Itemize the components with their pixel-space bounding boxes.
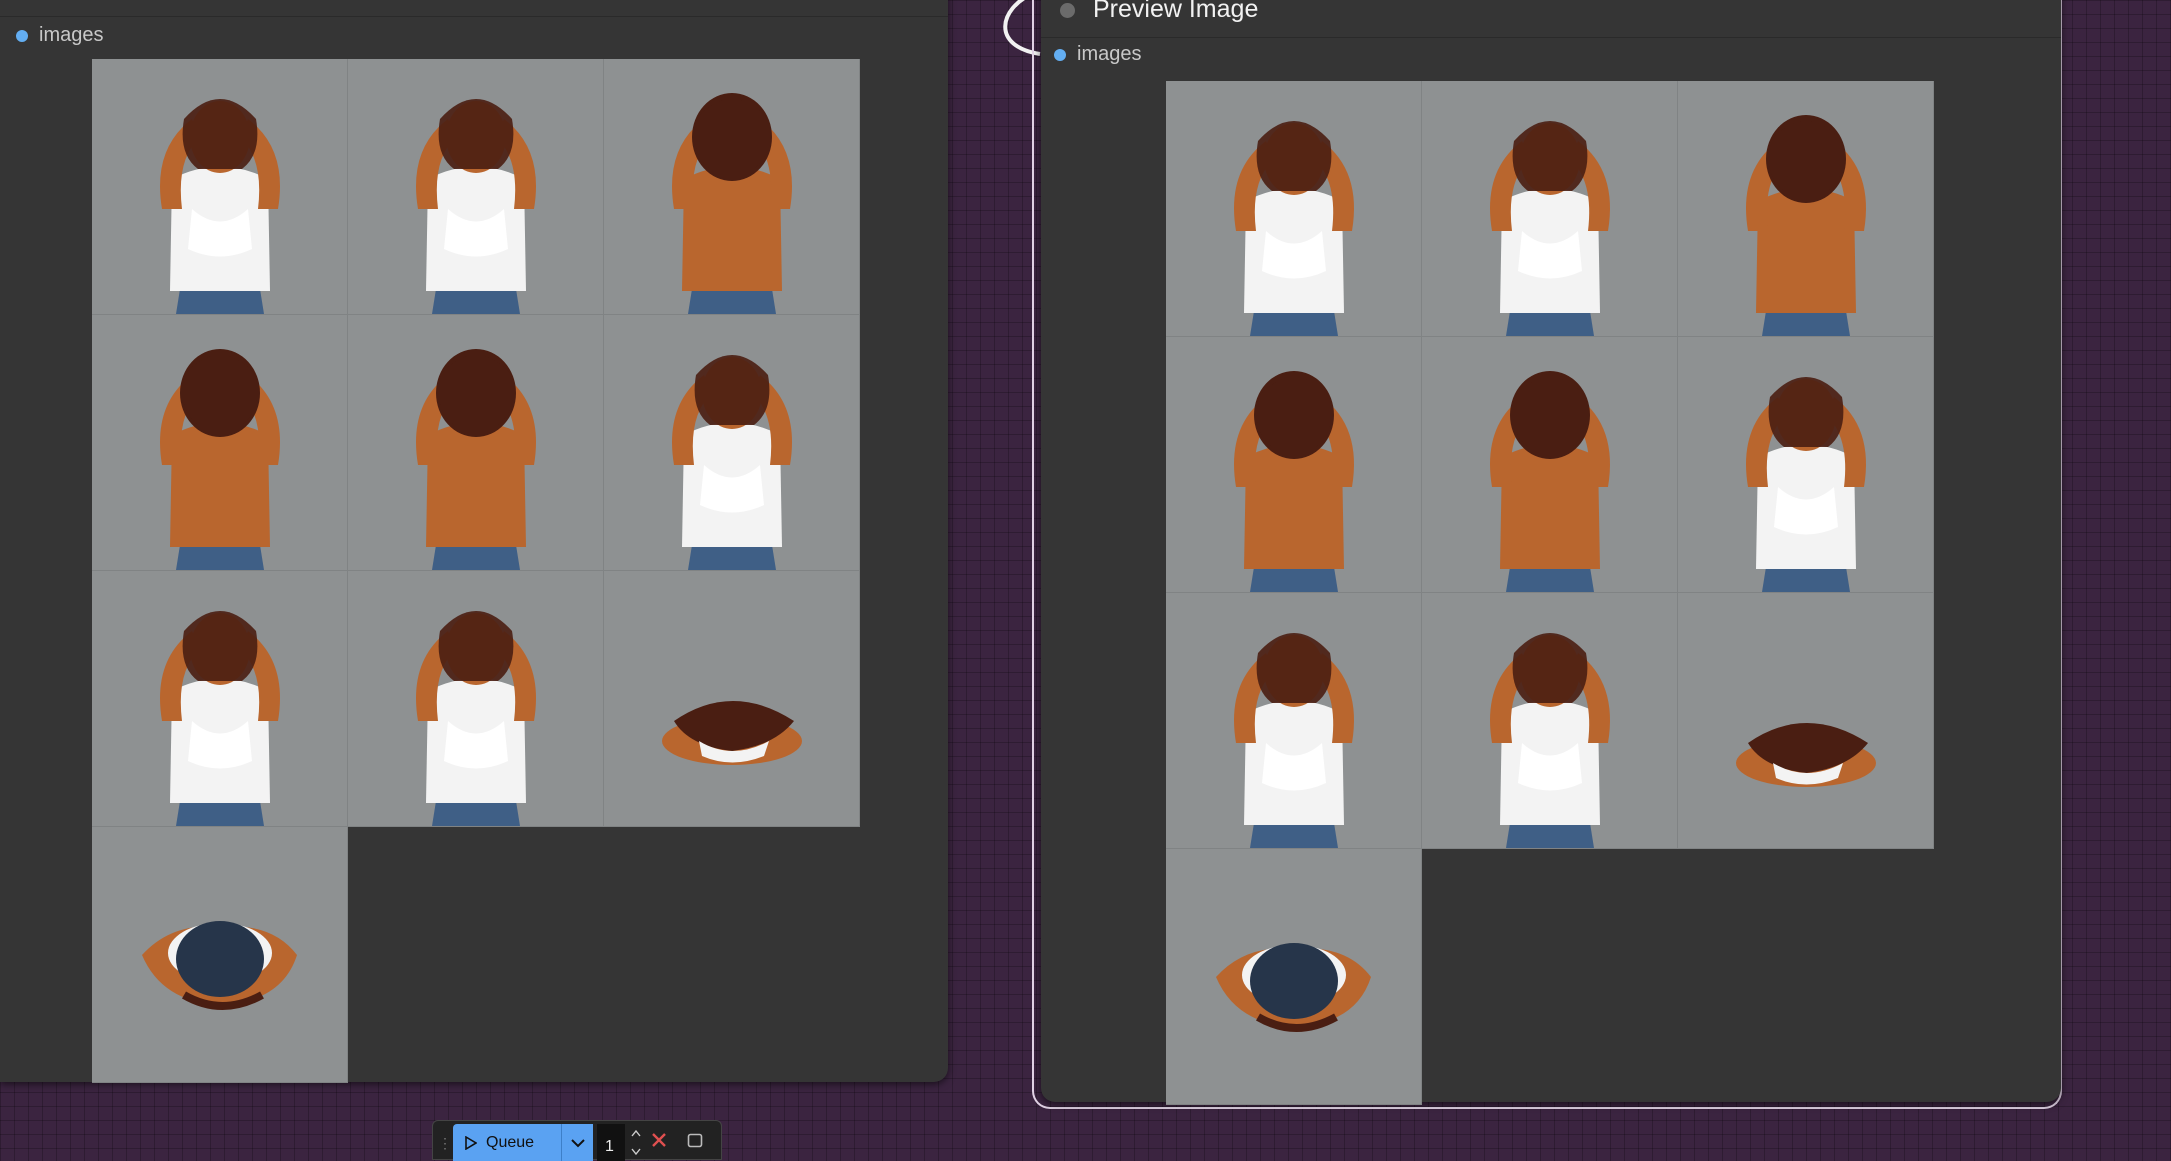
image-thumbnail[interactable] xyxy=(92,315,348,571)
decrement-icon[interactable] xyxy=(631,1148,641,1156)
image-thumbnail[interactable] xyxy=(1422,81,1678,337)
queue-toolbar: ⋮ Queue xyxy=(432,1120,722,1161)
image-preview xyxy=(1490,371,1610,592)
image-thumbnail[interactable] xyxy=(1166,81,1422,337)
node-title: Preview Image xyxy=(1093,0,1259,23)
slot-dot-icon[interactable] xyxy=(16,29,28,42)
preview-image-node[interactable]: Preview Image images xyxy=(1041,0,2061,1105)
increment-icon[interactable] xyxy=(631,1129,641,1137)
image-thumbnail[interactable] xyxy=(1422,337,1678,593)
image-thumbnail[interactable] xyxy=(1422,593,1678,849)
queue-options-button[interactable] xyxy=(561,1124,593,1161)
image-thumbnail[interactable] xyxy=(92,571,348,827)
left-node[interactable]: images xyxy=(0,0,948,1083)
play-icon xyxy=(465,1135,477,1150)
image-preview xyxy=(1234,371,1354,592)
queue-label: Queue xyxy=(486,1133,535,1151)
output-slot-images[interactable]: images xyxy=(16,24,103,47)
image-grid xyxy=(1166,81,1934,1105)
image-thumbnail[interactable] xyxy=(92,59,348,315)
image-preview xyxy=(416,349,536,570)
image-preview xyxy=(142,921,297,1010)
image-thumbnail[interactable] xyxy=(1678,81,1934,337)
batch-count-stepper[interactable] xyxy=(625,1124,647,1161)
slot-dot-icon[interactable] xyxy=(1054,48,1066,61)
batch-count-input[interactable] xyxy=(597,1124,625,1161)
image-preview xyxy=(672,93,792,314)
stop-icon[interactable] xyxy=(687,1133,703,1148)
image-preview xyxy=(416,611,536,826)
collapse-dot-icon[interactable] xyxy=(1060,3,1075,18)
slot-label: images xyxy=(39,24,104,46)
image-preview xyxy=(1736,723,1876,787)
image-thumbnail[interactable] xyxy=(1166,849,1422,1105)
image-thumbnail[interactable] xyxy=(348,315,604,571)
image-preview xyxy=(160,611,280,826)
image-thumbnail[interactable] xyxy=(604,571,860,827)
image-preview xyxy=(416,99,536,314)
image-preview xyxy=(1746,377,1866,592)
chevron-down-icon xyxy=(570,1138,585,1147)
node-title-bar[interactable]: Preview Image xyxy=(1041,0,2061,38)
slot-label: images xyxy=(1077,43,1142,65)
image-thumbnail[interactable] xyxy=(1678,593,1934,849)
image-thumbnail[interactable] xyxy=(92,827,348,1083)
close-icon[interactable] xyxy=(651,1132,667,1148)
image-preview xyxy=(1234,633,1354,848)
input-slot-images[interactable]: images xyxy=(1054,43,1141,66)
queue-button[interactable]: Queue xyxy=(453,1124,561,1161)
image-preview xyxy=(1746,115,1866,336)
image-preview xyxy=(1234,121,1354,336)
image-preview xyxy=(160,99,280,314)
image-preview xyxy=(1216,943,1371,1032)
image-thumbnail[interactable] xyxy=(1166,337,1422,593)
drag-handle-icon[interactable]: ⋮ xyxy=(438,1135,452,1152)
left-node-title-bar[interactable] xyxy=(0,0,948,17)
image-preview xyxy=(662,701,802,765)
image-thumbnail[interactable] xyxy=(604,59,860,315)
image-preview xyxy=(1490,121,1610,336)
image-preview xyxy=(1490,633,1610,848)
image-thumbnail[interactable] xyxy=(1678,337,1934,593)
image-preview xyxy=(672,355,792,570)
image-thumbnail[interactable] xyxy=(348,59,604,315)
image-preview xyxy=(160,349,280,570)
image-grid xyxy=(92,59,860,1083)
image-thumbnail[interactable] xyxy=(604,315,860,571)
image-thumbnail[interactable] xyxy=(1166,593,1422,849)
image-thumbnail[interactable] xyxy=(348,571,604,827)
